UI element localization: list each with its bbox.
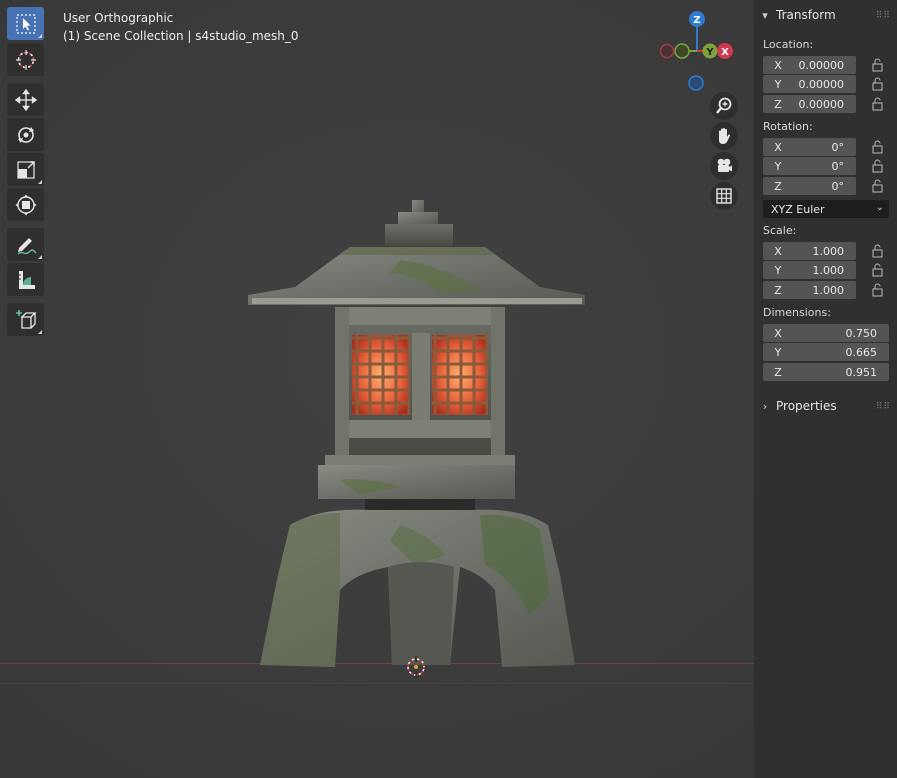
select-box-tool[interactable]	[7, 7, 44, 40]
dimensions-z-field[interactable]: Z 0.951	[763, 363, 889, 381]
rotation-mode-dropdown[interactable]: XYZ Euler ⌄	[763, 200, 889, 218]
dimensions-label: Dimensions:	[763, 306, 831, 319]
svg-text:Y: Y	[705, 47, 714, 58]
n-panel-sidebar: ▾ Transform ⠿⠿ Location: X 0.00000 Y 0.000…	[754, 0, 897, 778]
lock-icon[interactable]	[871, 244, 885, 258]
scale-x-field[interactable]: X 1.000	[763, 242, 856, 260]
svg-text:Z: Z	[693, 15, 700, 26]
lock-icon[interactable]	[871, 77, 885, 91]
rotation-x-field[interactable]: X 0°	[763, 138, 856, 156]
cursor-tool[interactable]	[7, 43, 44, 76]
lock-icon[interactable]	[871, 283, 885, 297]
chevron-down-icon: ⌄	[875, 202, 884, 213]
location-y-field[interactable]: Y 0.00000	[763, 75, 856, 93]
3d-cursor-icon	[15, 49, 36, 70]
properties-panel-header[interactable]: › Properties ⠿⠿	[754, 393, 897, 419]
svg-text:X: X	[721, 47, 729, 58]
viewport-info: User Orthographic (1) Scene Collection |…	[63, 9, 299, 45]
transform-panel-header[interactable]: ▾ Transform ⠿⠿	[754, 2, 897, 28]
properties-title: Properties	[776, 399, 837, 413]
hand-pan-icon	[719, 128, 730, 144]
scale-icon	[16, 160, 35, 179]
move-arrows-icon	[14, 88, 37, 111]
annotate-tool[interactable]	[7, 228, 44, 261]
lock-icon[interactable]	[871, 97, 885, 111]
scale-label: Scale:	[763, 224, 797, 237]
add-cube-tool[interactable]	[7, 303, 44, 336]
transform-icon	[15, 194, 36, 215]
scale-tool[interactable]	[7, 153, 44, 186]
location-x-field[interactable]: X 0.00000	[763, 56, 856, 74]
gizmo-neg-x[interactable]	[659, 43, 675, 59]
location-label: Location:	[763, 38, 814, 51]
rotate-tool[interactable]	[7, 118, 44, 151]
chevron-right-icon: ›	[762, 399, 768, 413]
location-z-field[interactable]: Z 0.00000	[763, 95, 856, 113]
rotate-icon	[17, 126, 34, 143]
gizmo-neg-y[interactable]	[674, 43, 690, 59]
pan-button[interactable]	[710, 122, 738, 150]
view-name: User Orthographic	[63, 11, 174, 25]
transform-title: Transform	[776, 8, 836, 22]
drag-handle-icon[interactable]: ⠿⠿	[876, 11, 891, 21]
zoom-button[interactable]	[710, 92, 738, 120]
gizmo-neg-z[interactable]	[688, 75, 704, 91]
camera-icon	[717, 158, 732, 172]
move-tool[interactable]	[7, 83, 44, 116]
drag-handle-icon[interactable]: ⠿⠿	[876, 402, 891, 412]
transform-tool[interactable]	[7, 188, 44, 221]
navigation-gizmo[interactable]: Z X Y	[655, 8, 740, 98]
lock-icon[interactable]	[871, 159, 885, 173]
chevron-down-icon: ▾	[762, 8, 768, 22]
collection-path: (1) Scene Collection | s4studio_mesh_0	[63, 29, 299, 43]
scale-y-field[interactable]: Y 1.000	[763, 261, 856, 279]
zoom-icon	[716, 97, 732, 114]
rotation-mode-value: XYZ Euler	[771, 202, 825, 216]
scale-z-field[interactable]: Z 1.000	[763, 281, 856, 299]
measure-tool[interactable]	[7, 263, 44, 296]
dimensions-y-field[interactable]: Y 0.665	[763, 343, 889, 361]
stone-lantern-model[interactable]	[240, 195, 595, 685]
rotation-z-field[interactable]: Z 0°	[763, 177, 856, 195]
lock-icon[interactable]	[871, 263, 885, 277]
3d-cursor-origin-icon	[407, 656, 425, 678]
annotate-pencil-icon	[17, 237, 37, 255]
add-cube-icon	[15, 309, 37, 329]
rotation-y-field[interactable]: Y 0°	[763, 157, 856, 175]
camera-button[interactable]	[710, 152, 738, 180]
grid-icon	[716, 188, 732, 204]
measure-ruler-icon	[18, 270, 35, 289]
cursor-select-icon	[15, 13, 36, 34]
lock-icon[interactable]	[871, 58, 885, 72]
lock-icon[interactable]	[871, 179, 885, 193]
dimensions-x-field[interactable]: X 0.750	[763, 324, 889, 342]
ortho-toggle-button[interactable]	[710, 182, 738, 210]
lock-icon[interactable]	[871, 140, 885, 154]
rotation-label: Rotation:	[763, 120, 813, 133]
